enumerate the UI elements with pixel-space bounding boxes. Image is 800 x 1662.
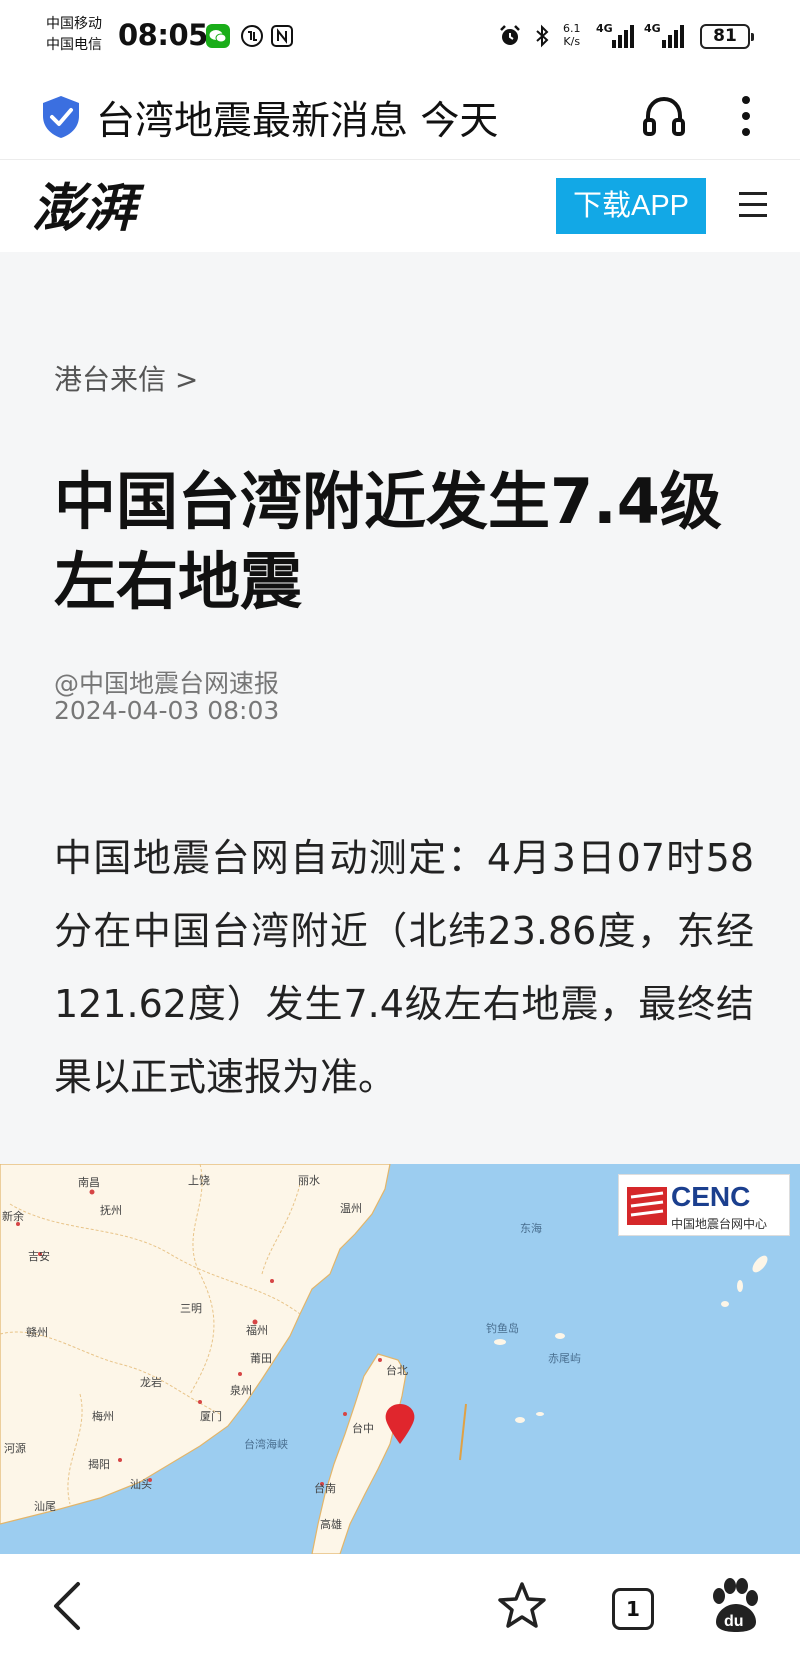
map-label-donghai: 东海 [520,1222,542,1235]
baidu-paw-icon[interactable]: du [704,1576,764,1636]
map-label-diaoyu: 钓鱼岛 [486,1322,519,1335]
signal-2-label: 4G [644,22,661,35]
map-label-ganzhou: 赣州 [26,1326,48,1339]
map-label-fuzhou: 福州 [246,1324,268,1337]
map-label-lishui: 丽水 [298,1174,320,1187]
net-speed-unit: K/s [563,35,581,48]
breadcrumb[interactable]: 港台来信 > [54,358,198,398]
logo-text: 澎湃 [32,178,145,239]
status-time: 08:05 [118,18,208,52]
article-date: 2024-04-03 08:03 [54,696,280,725]
signal-2: 4G [644,22,690,54]
status-bar: 中国移动 中国电信 08:05 6.1 K/s 4G 4G 81 [0,0,800,72]
signal-1: 4G [596,22,636,54]
map-label-jian: 吉安 [28,1250,50,1263]
net-speed: 6.1 K/s [563,22,581,48]
nfc-icon [271,25,293,47]
article-source[interactable]: @中国地震台网速报 [54,664,279,700]
star-icon[interactable] [492,1576,552,1636]
more-options-icon[interactable] [730,92,762,140]
cenc-name: CENC [671,1181,751,1212]
alarm-icon [500,25,520,45]
battery-indicator: 81 [700,24,754,49]
map-label-xiamen: 厦门 [200,1410,222,1423]
site-header: 澎湃 下载APP [0,160,800,252]
map-label-gaoxiong: 高雄 [320,1518,342,1531]
map-label-strait: 台湾海峡 [244,1438,288,1451]
shield-icon [43,96,79,138]
cenc-emblem-icon [627,1187,667,1225]
map-label-longyan: 龙岩 [140,1376,162,1389]
cenc-subtitle: 中国地震台网中心 [671,1217,768,1231]
signal-1-label: 4G [596,22,613,35]
back-arrow-icon[interactable] [40,1576,100,1636]
headline-line-1: 中国台湾附近发生7.4级 [54,465,722,538]
page-title: 台湾地震最新消息 今天 [96,99,499,144]
tabs-icon[interactable]: 1 [612,1588,654,1630]
map-label-putian: 莆田 [250,1352,272,1365]
thepaper-logo[interactable]: 澎湃 [30,170,150,242]
map-label-tainan: 台南 [314,1482,336,1495]
cenc-logo: CENC 中国地震台网中心 [618,1174,790,1236]
article-body: 中国地震台网自动测定：4月3日07时58分在中国台湾附近（北纬23.86度，东经… [54,836,754,1099]
map-label-wenzhou: 温州 [340,1202,362,1215]
map-label-shanwei: 汕尾 [34,1500,56,1513]
map-label-quanzhou: 泉州 [230,1384,252,1397]
wechat-icon [206,24,230,48]
map-label-shantou: 汕头 [130,1478,152,1491]
carrier-2: 中国电信 [46,37,102,53]
article-headline: 中国台湾附近发生7.4级 左右地震 [54,462,754,622]
headline-line-2: 左右地震 [54,545,303,618]
map-label-shangrao: 上饶 [188,1174,210,1187]
svg-text:du: du [724,1613,744,1630]
map-label-nanchang: 南昌 [78,1176,100,1189]
bottom-navigation: 1 du [0,1554,800,1662]
earthquake-map[interactable]: 南昌 上饶 丽水 抚州 新余 温州 东海 吉安 三明 福州 钓鱼岛 赤尾屿 赣州… [0,1164,800,1554]
carrier-1: 中国移动 [46,16,102,32]
bluetooth-icon [536,24,549,48]
headphone-icon[interactable] [640,92,688,140]
map-label-taibei: 台北 [386,1364,408,1377]
carrier-info: 中国移动 中国电信 [46,14,102,56]
map-label-xinyu: 新余 [2,1210,24,1223]
map-label-chiwei: 赤尾屿 [548,1352,581,1365]
phone-call-icon [241,25,263,47]
map-label-meizhou: 梅州 [92,1410,114,1423]
title-bar: 台湾地震最新消息 今天 [0,72,800,160]
net-speed-value: 6.1 [563,22,581,35]
map-label-heyuan: 河源 [4,1442,26,1455]
hamburger-menu-icon[interactable] [737,186,769,222]
article-content: 港台来信 > 中国台湾附近发生7.4级 左右地震 @中国地震台网速报 2024-… [0,252,800,1164]
download-app-button[interactable]: 下载APP [556,178,706,234]
map-label-sanming: 三明 [180,1302,202,1315]
map-label-jieyang: 揭阳 [88,1458,110,1471]
map-label-fuzhou-jx: 抚州 [100,1204,122,1217]
map-label-taizhong: 台中 [352,1422,374,1435]
